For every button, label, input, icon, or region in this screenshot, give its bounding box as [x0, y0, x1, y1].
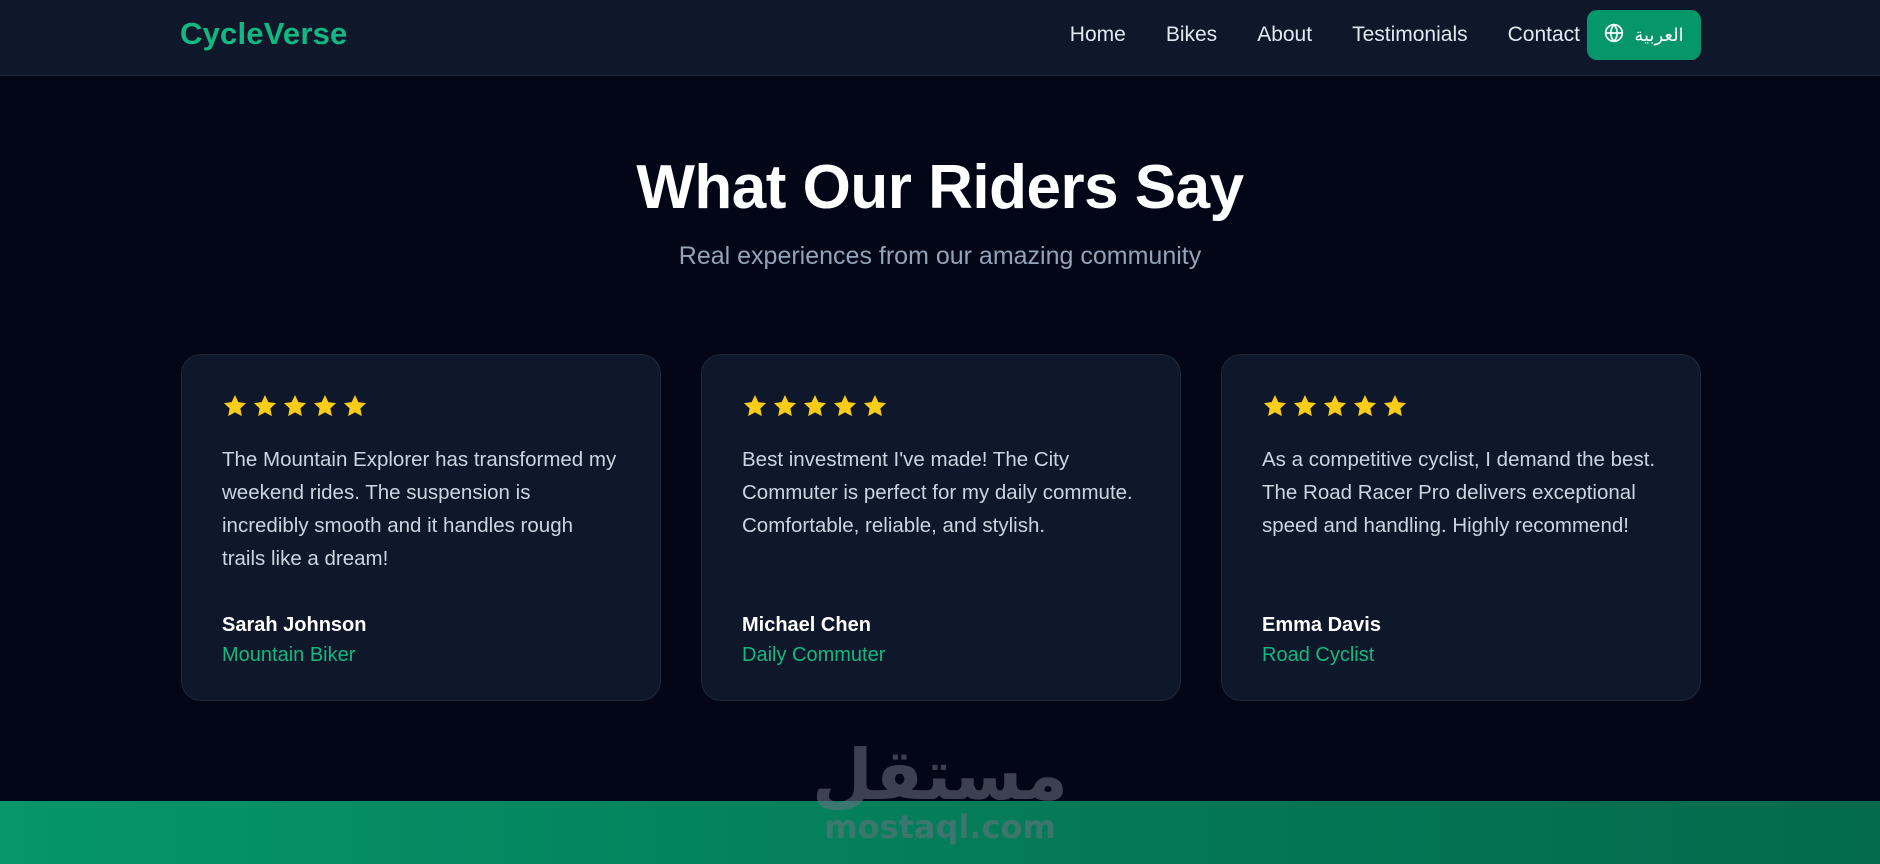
- star-icon: [772, 393, 798, 421]
- star-rating: [1262, 393, 1660, 421]
- star-icon: [802, 393, 828, 421]
- testimonial-author: Emma Davis: [1262, 614, 1381, 636]
- star-icon: [862, 393, 888, 421]
- star-icon: [742, 393, 768, 421]
- testimonial-card: As a competitive cyclist, I demand the b…: [1221, 354, 1701, 701]
- page: CycleVerse Home Bikes About Testimonials…: [0, 0, 1880, 864]
- nav-contact[interactable]: Contact: [1508, 22, 1580, 48]
- testimonial-role: Mountain Biker: [222, 644, 356, 666]
- star-rating: [222, 393, 620, 421]
- nav-testimonials[interactable]: Testimonials: [1352, 22, 1468, 48]
- star-icon: [252, 393, 278, 421]
- testimonial-quote: The Mountain Explorer has transformed my…: [222, 448, 617, 570]
- watermark-latin: mostaql.com: [824, 808, 1056, 846]
- star-icon: [832, 393, 858, 421]
- main-nav: Home Bikes About Testimonials Contact: [1070, 22, 1580, 48]
- star-icon: [342, 393, 368, 421]
- testimonial-card: Best investment I've made! The City Comm…: [701, 354, 1181, 701]
- testimonial-quote: As a competitive cyclist, I demand the b…: [1262, 448, 1656, 537]
- testimonial-author: Michael Chen: [742, 614, 871, 636]
- section-subtitle: Real experiences from our amazing commun…: [678, 242, 1202, 270]
- language-toggle-button[interactable]: العربية: [1587, 10, 1701, 60]
- section-title: What Our Riders Say: [636, 153, 1244, 222]
- star-icon: [1382, 393, 1408, 421]
- testimonial-role: Road Cyclist: [1262, 644, 1375, 666]
- testimonial-author: Sarah Johnson: [222, 614, 367, 636]
- star-icon: [1262, 393, 1288, 421]
- testimonial-quote: Best investment I've made! The City Comm…: [742, 448, 1133, 537]
- nav-home[interactable]: Home: [1070, 22, 1126, 48]
- nav-bikes[interactable]: Bikes: [1166, 22, 1217, 48]
- star-icon: [1322, 393, 1348, 421]
- site-header: CycleVerse Home Bikes About Testimonials…: [0, 0, 1880, 76]
- nav-about[interactable]: About: [1257, 22, 1312, 48]
- globe-icon: [1604, 22, 1624, 48]
- testimonial-role: Daily Commuter: [742, 644, 886, 666]
- star-icon: [312, 393, 338, 421]
- watermark-logo: مستقل mostaql.com: [790, 735, 1090, 860]
- testimonial-card: The Mountain Explorer has transformed my…: [181, 354, 661, 701]
- language-button-label: العربية: [1634, 24, 1684, 46]
- star-icon: [222, 393, 248, 421]
- site-logo[interactable]: CycleVerse: [180, 16, 347, 52]
- star-icon: [1352, 393, 1378, 421]
- star-rating: [742, 393, 1140, 421]
- star-icon: [1292, 393, 1318, 421]
- watermark-arabic: مستقل: [811, 734, 1068, 816]
- star-icon: [282, 393, 308, 421]
